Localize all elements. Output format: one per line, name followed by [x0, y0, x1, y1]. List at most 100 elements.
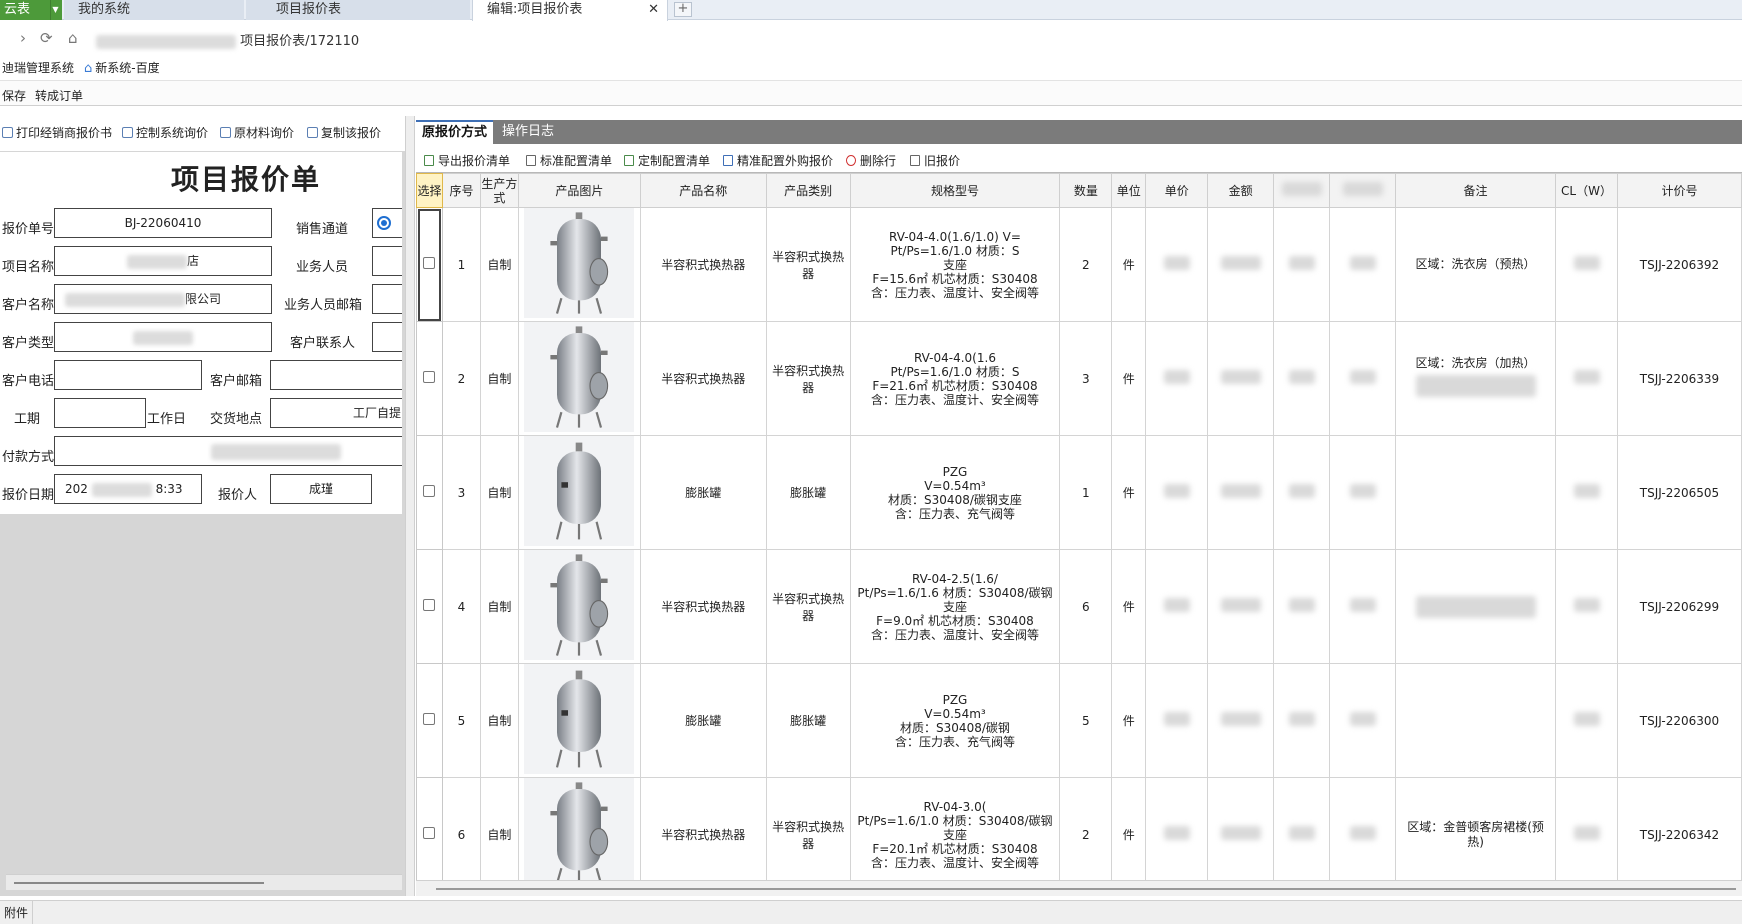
table-row[interactable]: 2 自制 半容积式换热器 半容积式换热器 RV-04-4.0(1.6 Pt/Ps=1.6/… [416, 321, 1742, 436]
unit-price-cell[interactable] [1145, 321, 1209, 436]
production-mode-cell[interactable]: 自制 [479, 663, 519, 778]
select-cell[interactable] [416, 207, 443, 322]
control-system-inquiry-button[interactable]: 控制系统询价 [122, 124, 208, 141]
salesperson-field[interactable] [372, 246, 402, 276]
note-cell[interactable]: 区域：洗衣房（加热） [1395, 321, 1557, 436]
amount-cell[interactable] [1207, 663, 1275, 778]
amount-cell[interactable] [1207, 549, 1275, 664]
product-category-cell[interactable]: 半容积式换热器 [765, 549, 851, 664]
col-cl-w[interactable]: CL（W） [1555, 173, 1618, 208]
app-brand-button[interactable]: 云表 ▼ [0, 0, 62, 20]
table-row[interactable]: 1 自制 半容积式换热器 半容积式换热器 RV-04-4.0(1.6/1.0) V= Pt… [416, 207, 1742, 322]
col-note[interactable]: 备注 [1395, 173, 1557, 208]
row-checkbox[interactable] [423, 485, 436, 497]
custom-config-list-button[interactable]: 定制配置清单 [624, 152, 710, 169]
customer-name-field[interactable]: 限公司 [54, 284, 272, 314]
row-checkbox[interactable] [423, 371, 436, 383]
col-product-name[interactable]: 产品名称 [639, 173, 767, 208]
row-no-cell[interactable]: 3 [441, 435, 481, 550]
col-no[interactable]: 序号 [441, 173, 481, 208]
cl-w-cell[interactable] [1555, 207, 1618, 322]
note-cell[interactable]: 区域：洗衣房（预热） [1395, 207, 1557, 322]
row-checkbox[interactable] [423, 257, 436, 269]
tab-project-quote[interactable]: 项目报价表 [246, 0, 470, 20]
production-mode-cell[interactable]: 自制 [479, 777, 519, 880]
close-tab-icon[interactable]: ✕ [648, 0, 659, 19]
product-image-cell[interactable] [517, 207, 641, 322]
unit-cell[interactable]: 件 [1111, 777, 1147, 880]
material-inquiry-button[interactable]: 原材料询价 [220, 124, 294, 141]
unit-price-cell[interactable] [1145, 435, 1209, 550]
redacted-cell-2[interactable] [1329, 321, 1397, 436]
col-qty[interactable]: 数量 [1059, 173, 1113, 208]
row-checkbox[interactable] [423, 713, 436, 725]
redacted-cell-2[interactable] [1329, 207, 1397, 322]
col-amount[interactable]: 金额 [1207, 173, 1275, 208]
customer-type-field[interactable] [54, 322, 272, 352]
table-horizontal-scrollbar[interactable] [416, 880, 1742, 896]
table-row[interactable]: 6 自制 半容积式换热器 半容积式换热器 RV-04-3.0(Pt/Ps=1.6/1.0… [416, 777, 1742, 880]
unit-cell[interactable]: 件 [1111, 435, 1147, 550]
cl-w-cell[interactable] [1555, 435, 1618, 550]
redacted-cell-1[interactable] [1273, 549, 1331, 664]
product-name-cell[interactable]: 半容积式换热器 [639, 549, 767, 664]
qty-cell[interactable]: 5 [1059, 663, 1113, 778]
redacted-cell-1[interactable] [1273, 663, 1331, 778]
row-checkbox[interactable] [423, 827, 436, 839]
spec-cell[interactable]: RV-04-4.0(1.6 Pt/Ps=1.6/1.0 材质：S F=21.6㎡ 机… [849, 321, 1061, 436]
redacted-cell-2[interactable] [1329, 777, 1397, 880]
unit-price-cell[interactable] [1145, 549, 1209, 664]
product-category-cell[interactable]: 半容积式换热器 [765, 321, 851, 436]
spec-cell[interactable]: RV-04-2.5(1.6/Pt/Ps=1.6/1.6 材质：S30408/碳钢… [849, 549, 1061, 664]
amount-cell[interactable] [1207, 207, 1275, 322]
col-production-mode[interactable]: 生产方式 [479, 173, 519, 208]
delivery-field[interactable]: 工厂自提 [270, 398, 402, 428]
unit-price-cell[interactable] [1145, 207, 1209, 322]
qty-cell[interactable]: 2 [1059, 207, 1113, 322]
project-name-field[interactable]: 店 [54, 246, 272, 276]
pricing-no-cell[interactable]: TSJJ-2206342 [1616, 777, 1742, 880]
redacted-cell-1[interactable] [1273, 207, 1331, 322]
customer-email-field[interactable] [270, 360, 402, 390]
select-cell[interactable] [416, 663, 443, 778]
spec-cell[interactable]: PZG V=0.54m³ 材质：S30408/碳钢支座 含：压力表、充气阀等 [849, 435, 1061, 550]
left-horizontal-scrollbar[interactable] [6, 874, 402, 890]
sales-email-field[interactable] [372, 284, 402, 314]
row-no-cell[interactable]: 4 [441, 549, 481, 664]
amount-cell[interactable] [1207, 777, 1275, 880]
export-quote-list-button[interactable]: 导出报价清单 [424, 152, 510, 169]
col-redacted-2[interactable] [1329, 173, 1397, 208]
redacted-cell-1[interactable] [1273, 777, 1331, 880]
product-image-cell[interactable] [517, 321, 641, 436]
refresh-icon[interactable]: ⟳ [40, 30, 53, 46]
spec-cell[interactable]: RV-04-3.0(Pt/Ps=1.6/1.0 材质：S30408/碳钢支座 F=… [849, 777, 1061, 880]
table-row[interactable]: 3 自制 膨胀罐 膨胀罐 PZG V=0.54m³ 材质：S30408/碳钢支座 含：压力表、… [416, 435, 1742, 550]
redacted-cell-1[interactable] [1273, 435, 1331, 550]
qty-cell[interactable]: 1 [1059, 435, 1113, 550]
select-cell[interactable] [416, 777, 443, 880]
row-no-cell[interactable]: 6 [441, 777, 481, 880]
select-cell[interactable] [416, 321, 443, 436]
pricing-no-cell[interactable]: TSJJ-2206392 [1616, 207, 1742, 322]
precise-config-purchase-button[interactable]: 精准配置外购报价 [723, 152, 833, 169]
cl-w-cell[interactable] [1555, 777, 1618, 880]
tab-original-quote[interactable]: 原报价方式 [416, 120, 494, 144]
note-cell[interactable]: 区域：金普顿客房裙楼(预热) [1395, 777, 1557, 880]
product-category-cell[interactable]: 半容积式换热器 [765, 777, 851, 880]
amount-cell[interactable] [1207, 321, 1275, 436]
col-pricing-no[interactable]: 计价号 [1616, 173, 1742, 208]
col-unit[interactable]: 单位 [1111, 173, 1147, 208]
product-name-cell[interactable]: 膨胀罐 [639, 435, 767, 550]
col-spec[interactable]: 规格型号 [849, 173, 1061, 208]
row-checkbox[interactable] [423, 599, 436, 611]
row-no-cell[interactable]: 1 [441, 207, 481, 322]
spec-cell[interactable]: RV-04-4.0(1.6/1.0) V= Pt/Ps=1.6/1.0 材质：S 支… [849, 207, 1061, 322]
redacted-cell-2[interactable] [1329, 663, 1397, 778]
cl-w-cell[interactable] [1555, 321, 1618, 436]
pricing-no-cell[interactable]: TSJJ-2206339 [1616, 321, 1742, 436]
attachment-tab[interactable]: 附件 [0, 901, 34, 924]
qty-cell[interactable]: 6 [1059, 549, 1113, 664]
product-image-cell[interactable] [517, 663, 641, 778]
redacted-cell-2[interactable] [1329, 435, 1397, 550]
select-cell[interactable] [416, 549, 443, 664]
